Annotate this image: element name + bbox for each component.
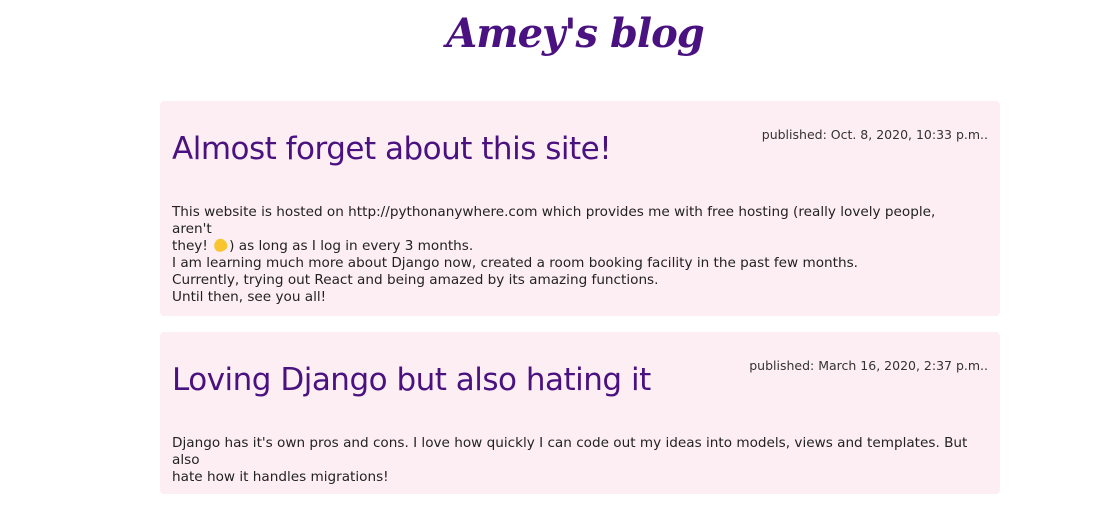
published-date: published: March 16, 2020, 2:37 p.m..: [749, 358, 988, 373]
post-body-line: Django has it's own pros and cons. I lov…: [172, 435, 968, 468]
post-body: Django has it's own pros and cons. I lov…: [172, 435, 972, 486]
post-body: This website is hosted on http://pythona…: [172, 204, 972, 306]
post-body-line: Currently, trying out React and being am…: [172, 272, 659, 288]
blog-post: published: Oct. 8, 2020, 10:33 p.m.. Alm…: [160, 101, 1000, 316]
published-date: published: Oct. 8, 2020, 10:33 p.m..: [761, 127, 988, 142]
blog-post: published: March 16, 2020, 2:37 p.m.. Lo…: [160, 332, 1000, 494]
yellow-heart-icon: [211, 236, 230, 255]
blog-page: Amey's blog published: Oct. 8, 2020, 10:…: [0, 0, 1108, 505]
post-body-line: This website is hosted on http://pythona…: [172, 204, 936, 237]
post-body-line: Until then, see you all!: [172, 289, 327, 305]
post-body-text: they!: [172, 238, 208, 254]
post-body-text: ) as long as I log in every 3 months.: [229, 238, 474, 254]
post-body-line: hate how it handles migrations!: [172, 469, 389, 485]
post-body-line: I am learning much more about Django now…: [172, 255, 858, 271]
site-title: Amey's blog: [446, 10, 705, 57]
post-title[interactable]: Loving Django but also hating it: [172, 362, 651, 398]
post-title[interactable]: Almost forget about this site!: [172, 131, 612, 167]
post-body-line: they! ) as long as I log in every 3 mont…: [172, 236, 972, 255]
